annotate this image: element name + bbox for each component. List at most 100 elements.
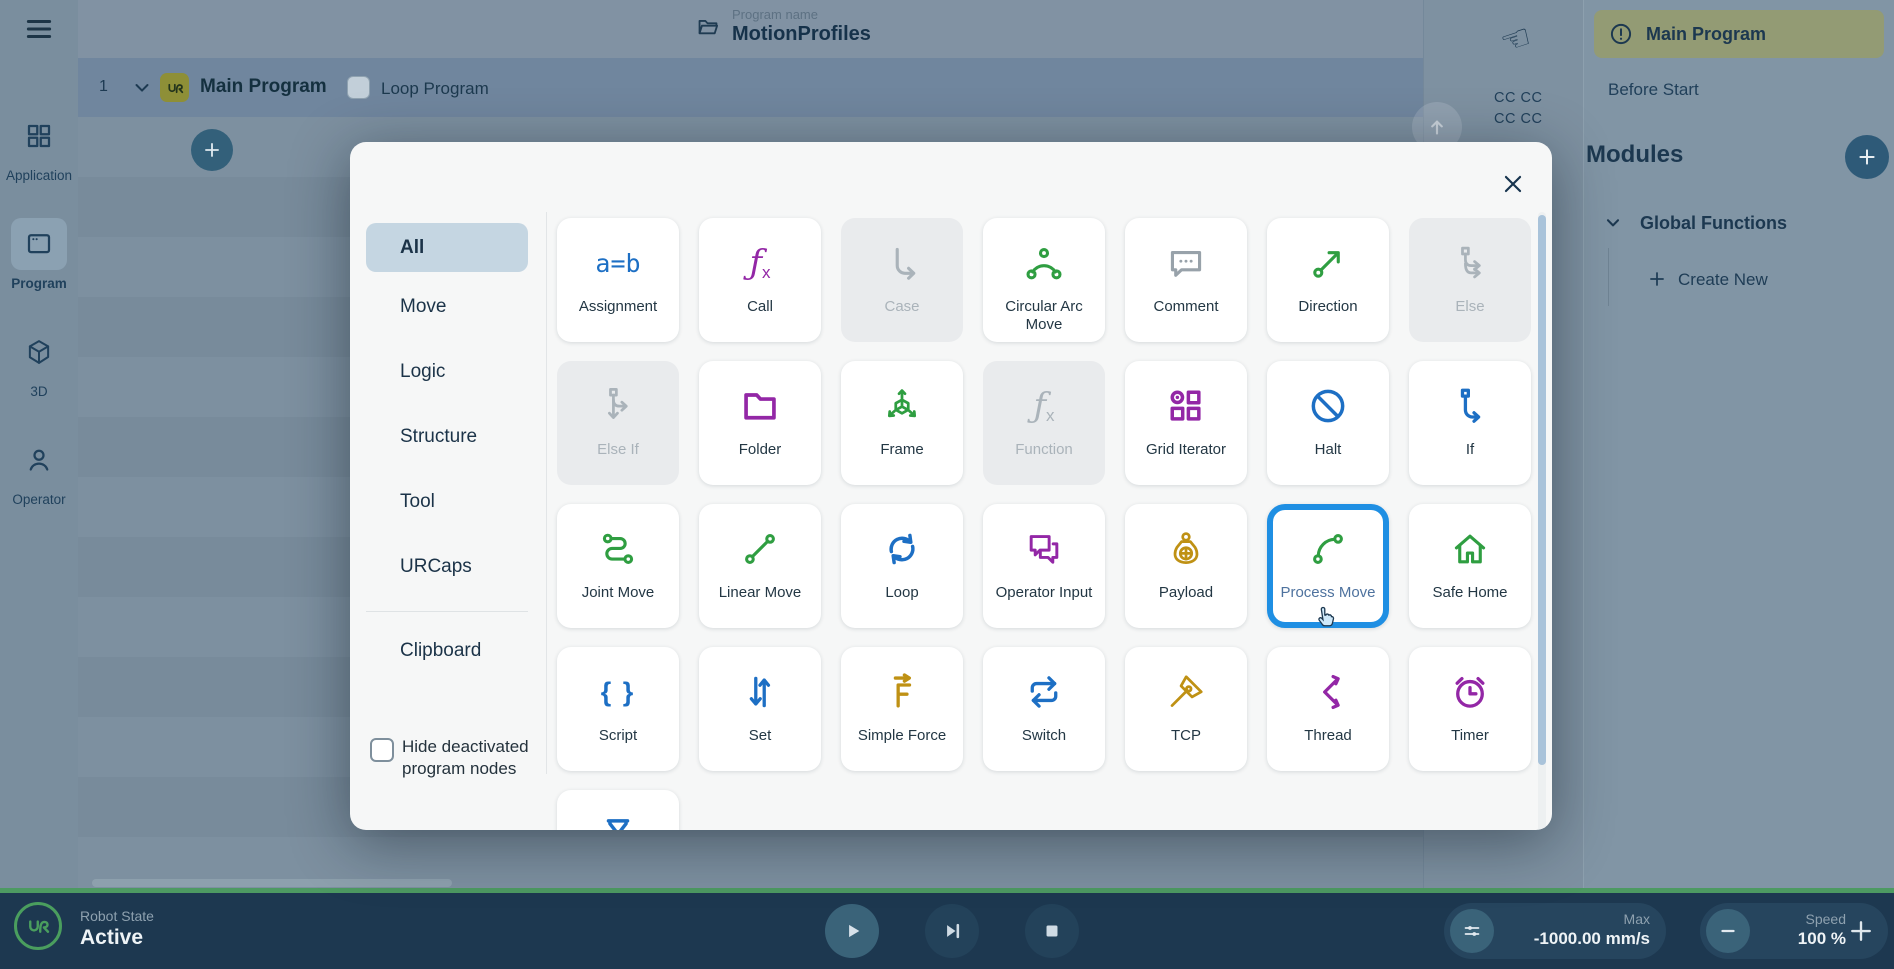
close-icon[interactable] <box>1496 167 1530 201</box>
program-node-tile[interactable]: Joint Move <box>557 504 679 628</box>
program-node-tile[interactable]: ƒx Function <box>983 361 1105 485</box>
program-node-tile[interactable]: ƒx Call <box>699 218 821 342</box>
category-item[interactable]: Move <box>366 295 528 319</box>
program-node-tile[interactable]: TCP <box>1125 647 1247 771</box>
payload-icon <box>1164 526 1208 572</box>
robot-state-label: Robot State <box>80 908 154 924</box>
speed-label: Speed <box>1798 911 1846 927</box>
if-icon <box>1448 383 1492 429</box>
program-node-tile[interactable]: Direction <box>1267 218 1389 342</box>
category-item[interactable]: Logic <box>366 360 528 384</box>
hide-deactivated-label: Hide deactivated program nodes <box>402 736 592 780</box>
category-item[interactable]: Tool <box>366 490 528 514</box>
operator-person-icon <box>11 434 67 486</box>
category-item[interactable]: Clipboard <box>366 611 528 662</box>
program-node-tile[interactable]: Else <box>1409 218 1531 342</box>
plus-icon <box>1646 268 1668 290</box>
process-move-icon <box>1306 526 1350 572</box>
program-node-tile[interactable]: Circular Arc Move <box>983 218 1105 342</box>
ur-node-badge-icon <box>160 73 189 102</box>
linear-move-icon <box>738 526 782 572</box>
hamburger-menu-icon[interactable] <box>20 12 58 46</box>
program-node-tile[interactable]: Operator Input <box>983 504 1105 628</box>
node-grid: a=b Assignment ƒx Call Case Circular Arc… <box>557 218 1531 830</box>
hourglass-icon <box>596 812 640 830</box>
add-node-button[interactable] <box>191 129 233 171</box>
mouse-cursor-icon <box>1312 604 1338 630</box>
program-node-tile[interactable]: Thread <box>1267 647 1389 771</box>
dialog-scrollbar-thumb[interactable] <box>1538 215 1546 765</box>
category-item[interactable]: URCaps <box>366 555 528 579</box>
direction-icon <box>1306 240 1350 286</box>
program-node-tile[interactable]: Grid Iterator <box>1125 361 1247 485</box>
program-node-tile[interactable] <box>557 790 679 830</box>
add-module-button[interactable] <box>1845 135 1889 179</box>
program-node-tile[interactable]: Safe Home <box>1409 504 1531 628</box>
stop-button[interactable] <box>1025 904 1079 958</box>
program-node-tile[interactable]: Set <box>699 647 821 771</box>
cube-3d-icon <box>11 326 67 378</box>
category-list: All Move Logic Structure Tool URCaps Cli… <box>366 223 528 703</box>
chevron-down-icon[interactable] <box>1602 212 1624 234</box>
grid-iterator-icon <box>1164 383 1208 429</box>
horizontal-scrollbar[interactable] <box>92 879 452 887</box>
program-node-tile[interactable]: a=b Assignment <box>557 218 679 342</box>
play-button[interactable] <box>825 904 879 958</box>
program-node-tile[interactable]: Else If <box>557 361 679 485</box>
timer-icon <box>1448 669 1492 715</box>
call-fx-icon: ƒx <box>749 240 770 286</box>
category-item[interactable]: Structure <box>366 425 528 449</box>
loop-program-checkbox[interactable] <box>347 76 370 99</box>
halt-icon <box>1306 383 1350 429</box>
chevron-down-icon[interactable] <box>130 76 154 100</box>
program-node-tile[interactable]: If <box>1409 361 1531 485</box>
sidebar-item[interactable]: Operator <box>0 416 78 524</box>
program-node-tile[interactable]: Switch <box>983 647 1105 771</box>
ur-logo-icon <box>14 902 62 950</box>
right-panel <box>1583 0 1894 888</box>
speed-settings-icon[interactable] <box>1450 909 1494 953</box>
max-value: -1000.00 mm/s <box>1534 929 1650 949</box>
before-start-item[interactable]: Before Start <box>1608 80 1699 100</box>
program-node-tile[interactable]: Simple Force <box>841 647 963 771</box>
main-program-tree-label: Main Program <box>1646 24 1766 45</box>
tcp-icon <box>1164 669 1208 715</box>
sidebar-item[interactable]: 3D <box>0 308 78 416</box>
program-node-tile[interactable]: Loop <box>841 504 963 628</box>
sidebar-item[interactable]: Program <box>0 200 78 308</box>
hide-deactivated-checkbox[interactable] <box>370 738 394 762</box>
cc-annotation: CC CC CC CC <box>1494 88 1542 130</box>
sidebar-item[interactable]: Application <box>0 92 78 200</box>
global-functions-label[interactable]: Global Functions <box>1640 213 1787 234</box>
program-node-tile[interactable]: Payload <box>1125 504 1247 628</box>
speed-value: 100 % <box>1798 929 1846 949</box>
program-node-tile[interactable]: Case <box>841 218 963 342</box>
else-if-icon <box>596 383 640 429</box>
program-node-tile[interactable]: Timer <box>1409 647 1531 771</box>
node-picker-dialog: All Move Logic Structure Tool URCaps Cli… <box>350 142 1552 830</box>
folder-icon <box>738 383 782 429</box>
step-button[interactable] <box>925 904 979 958</box>
max-label: Max <box>1534 911 1650 927</box>
warning-circle-icon <box>1608 21 1634 47</box>
program-node-tile[interactable]: Folder <box>699 361 821 485</box>
program-node-tile[interactable]: Comment <box>1125 218 1247 342</box>
create-new-button[interactable]: Create New <box>1678 270 1768 290</box>
robot-state-value[interactable]: Active <box>80 926 143 950</box>
program-name[interactable]: MotionProfiles <box>732 23 871 46</box>
speed-decrease-button[interactable] <box>1706 909 1750 953</box>
assignment-icon: a=b <box>595 240 640 286</box>
dialog-scrollbar[interactable] <box>1538 212 1546 830</box>
program-node-tile[interactable]: Frame <box>841 361 963 485</box>
speed-increase-button[interactable] <box>1846 916 1878 948</box>
program-folder-icon[interactable] <box>695 14 721 40</box>
main-program-tree-item[interactable]: Main Program <box>1594 10 1884 58</box>
program-node-tile[interactable]: Linear Move <box>699 504 821 628</box>
dialog-divider <box>546 212 547 774</box>
program-node-tile[interactable]: Halt <box>1267 361 1389 485</box>
circular-arc-move-icon <box>1022 240 1066 286</box>
category-item[interactable]: All <box>366 223 528 272</box>
safe-home-icon <box>1448 526 1492 572</box>
script-icon: { } <box>601 669 636 715</box>
function-fx-icon: ƒx <box>1033 383 1054 429</box>
